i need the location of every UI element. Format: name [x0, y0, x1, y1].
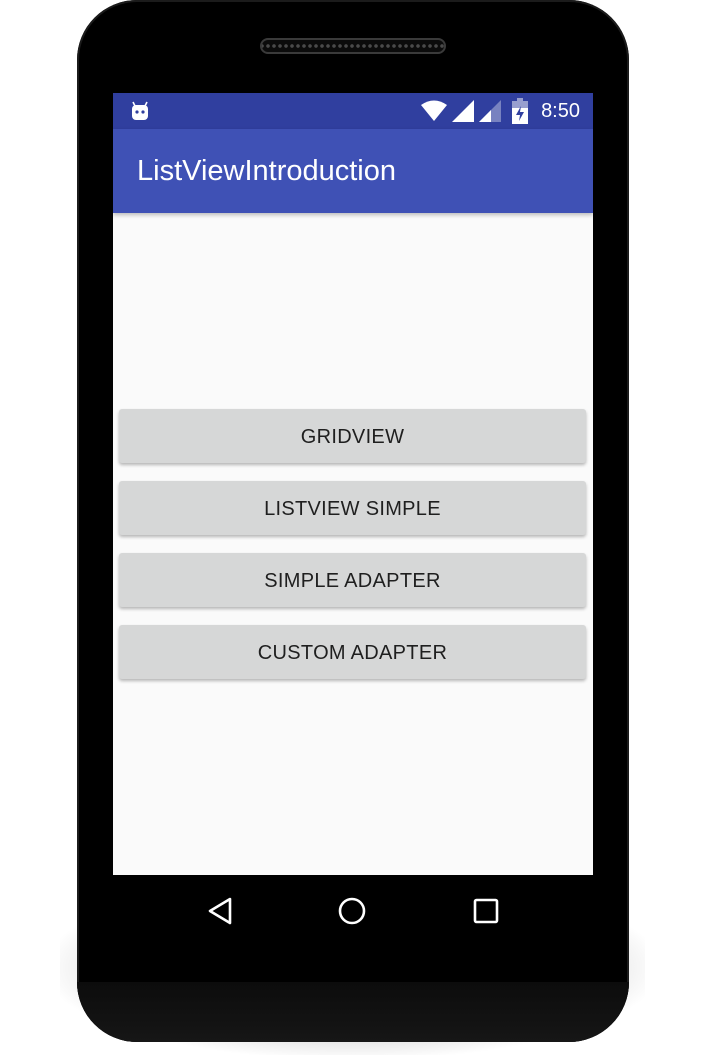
- device-screen: 8:50 ListViewIntroduction GRIDVIEW LISTV…: [113, 93, 593, 875]
- speaker-grille: [260, 38, 446, 54]
- cell-signal-weak-icon: [479, 100, 501, 122]
- simple-adapter-button[interactable]: SIMPLE ADAPTER: [119, 553, 586, 607]
- app-bar: ListViewIntroduction: [113, 129, 593, 213]
- status-time: 8:50: [541, 100, 580, 122]
- recents-icon[interactable]: [471, 896, 501, 926]
- phone-chin: [77, 982, 629, 1042]
- battery-charging-icon: [512, 98, 528, 124]
- gridview-button[interactable]: GRIDVIEW: [119, 409, 586, 463]
- home-icon[interactable]: [337, 896, 367, 926]
- app-title: ListViewIntroduction: [137, 155, 397, 187]
- status-bar: 8:50: [113, 93, 593, 129]
- listview-simple-button[interactable]: LISTVIEW SIMPLE: [119, 481, 586, 535]
- custom-adapter-button[interactable]: CUSTOM ADAPTER: [119, 625, 586, 679]
- cell-signal-icon: [452, 100, 474, 122]
- back-icon[interactable]: [205, 896, 235, 926]
- android-debug-icon: [132, 101, 148, 120]
- wifi-icon: [421, 100, 447, 121]
